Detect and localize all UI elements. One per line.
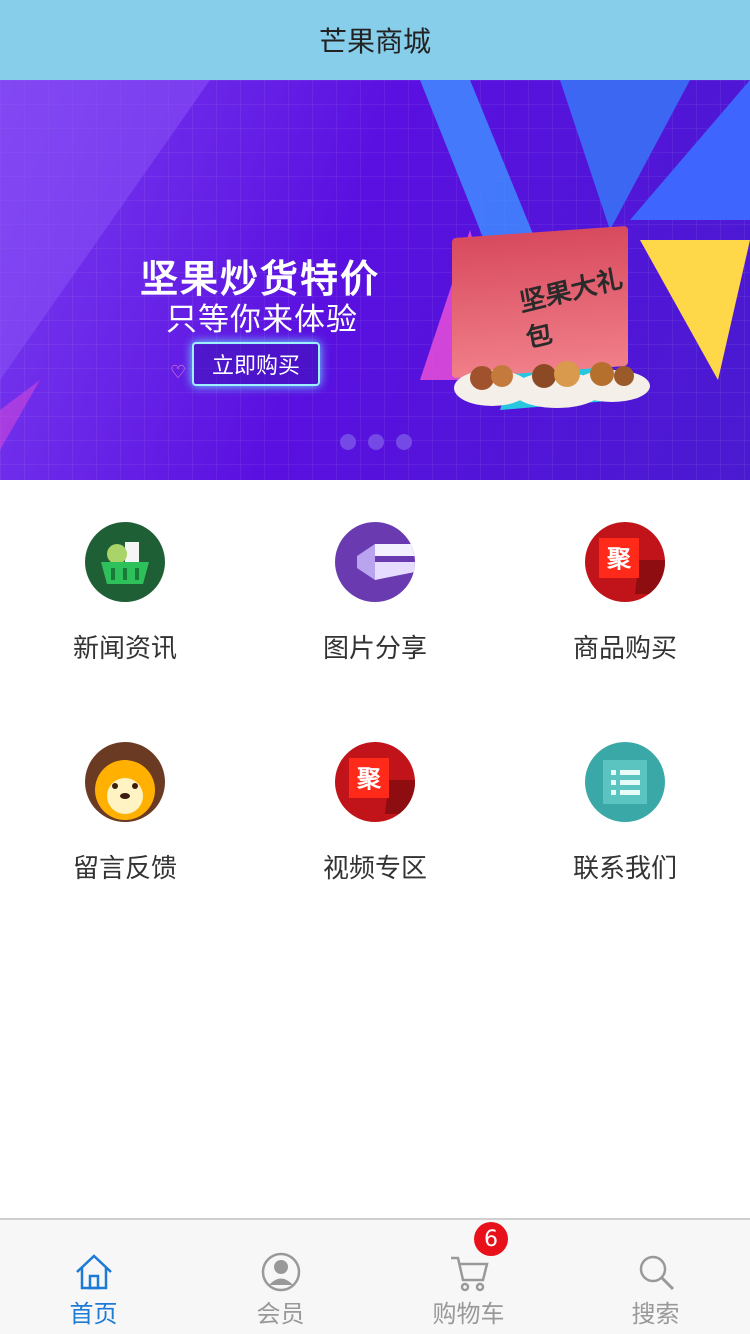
tab-home[interactable]: 首页 <box>0 1220 187 1334</box>
nuts-image <box>454 361 650 408</box>
svg-text:聚: 聚 <box>606 545 632 573</box>
tab-label: 购物车 <box>432 1300 505 1328</box>
top-header: 芒果商城 <box>0 0 750 80</box>
promo-banner[interactable]: 坚果大礼包 坚果炒货特价 只等你来体验 ♡ 立即购买 <box>0 80 750 480</box>
svg-text:聚: 聚 <box>356 765 382 793</box>
home-icon <box>75 1254 112 1290</box>
menu-item-photo-share[interactable]: 图片分享 <box>250 480 500 700</box>
menu-item-video[interactable]: 聚 视频专区 <box>250 700 500 920</box>
menu-item-news[interactable]: 新闻资讯 <box>0 480 250 700</box>
ju-tag-icon: 聚 <box>585 522 665 602</box>
tab-search[interactable]: 搜索 <box>562 1220 749 1334</box>
cart-count-badge: 6 <box>474 1222 508 1256</box>
carousel-dots <box>340 434 412 450</box>
ju-tag-icon: 聚 <box>335 742 415 822</box>
page-title: 芒果商城 <box>318 25 431 58</box>
menu-label: 新闻资讯 <box>72 634 177 664</box>
menu-item-feedback[interactable]: 留言反馈 <box>0 700 250 920</box>
menu-label: 视频专区 <box>322 854 427 884</box>
tab-label: 搜索 <box>631 1300 680 1328</box>
buy-now-button[interactable]: 立即购买 <box>192 342 320 386</box>
app-root: 芒果商城 坚果大礼包 坚果炒货特价 只等你来体验 ♡ 立即购买 新闻资讯 图片分… <box>0 0 750 1334</box>
menu-label: 联系我们 <box>572 854 677 884</box>
carousel-dot[interactable] <box>340 434 356 450</box>
search-icon <box>639 1255 674 1291</box>
tab-label: 首页 <box>69 1300 118 1328</box>
menu-label: 留言反馈 <box>72 854 177 884</box>
grocery-basket-icon <box>85 522 165 602</box>
menu-item-contact[interactable]: 联系我们 <box>500 700 750 920</box>
carousel-dot[interactable] <box>368 434 384 450</box>
user-icon <box>261 1252 300 1292</box>
bottom-tab-bar: 首页 会员 购物车 搜索 <box>0 1218 750 1334</box>
banner-subline: 只等你来体验 <box>166 302 358 338</box>
menu-label: 商品购买 <box>572 634 677 664</box>
tab-member[interactable]: 会员 <box>187 1220 374 1334</box>
tab-cart[interactable]: 购物车 <box>375 1220 562 1334</box>
heart-icon: ♡ <box>170 362 187 383</box>
gift-box-label: 坚果大礼包 <box>517 264 626 355</box>
carousel-dot[interactable] <box>396 434 412 450</box>
list-icon <box>585 742 665 822</box>
tab-label: 会员 <box>256 1300 305 1328</box>
menu-item-shop[interactable]: 聚 商品购买 <box>500 480 750 700</box>
cart-icon <box>450 1256 489 1292</box>
share-arrow-icon <box>335 522 415 602</box>
lion-face-icon <box>85 742 165 822</box>
menu-label: 图片分享 <box>322 634 427 664</box>
